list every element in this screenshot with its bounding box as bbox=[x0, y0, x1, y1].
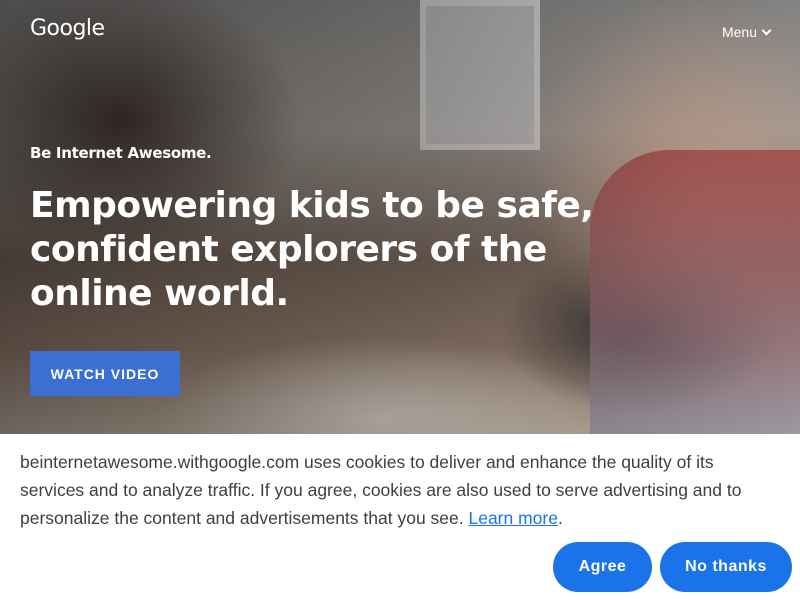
menu-button[interactable]: Menu bbox=[721, 24, 772, 40]
cookie-banner: beinternetawesome.withgoogle.com uses co… bbox=[0, 434, 800, 600]
hero-headline: Empowering kids to be safe, confident ex… bbox=[30, 185, 594, 314]
google-logo[interactable]: Google bbox=[30, 16, 105, 41]
learn-more-link[interactable]: Learn more bbox=[468, 508, 558, 528]
cookie-text: beinternetawesome.withgoogle.com uses co… bbox=[20, 452, 742, 528]
hero-section: Google Menu Be Internet Awesome. Empower… bbox=[0, 0, 800, 434]
chevron-down-icon bbox=[761, 25, 772, 35]
brand-title: Be Internet Awesome. bbox=[30, 144, 212, 162]
cookie-message: beinternetawesome.withgoogle.com uses co… bbox=[20, 448, 780, 532]
watch-video-button[interactable]: WATCH VIDEO bbox=[30, 351, 180, 396]
cookie-period: . bbox=[557, 508, 563, 528]
no-thanks-button[interactable]: No thanks bbox=[660, 542, 792, 592]
agree-button[interactable]: Agree bbox=[553, 542, 652, 592]
menu-label: Menu bbox=[721, 24, 757, 40]
